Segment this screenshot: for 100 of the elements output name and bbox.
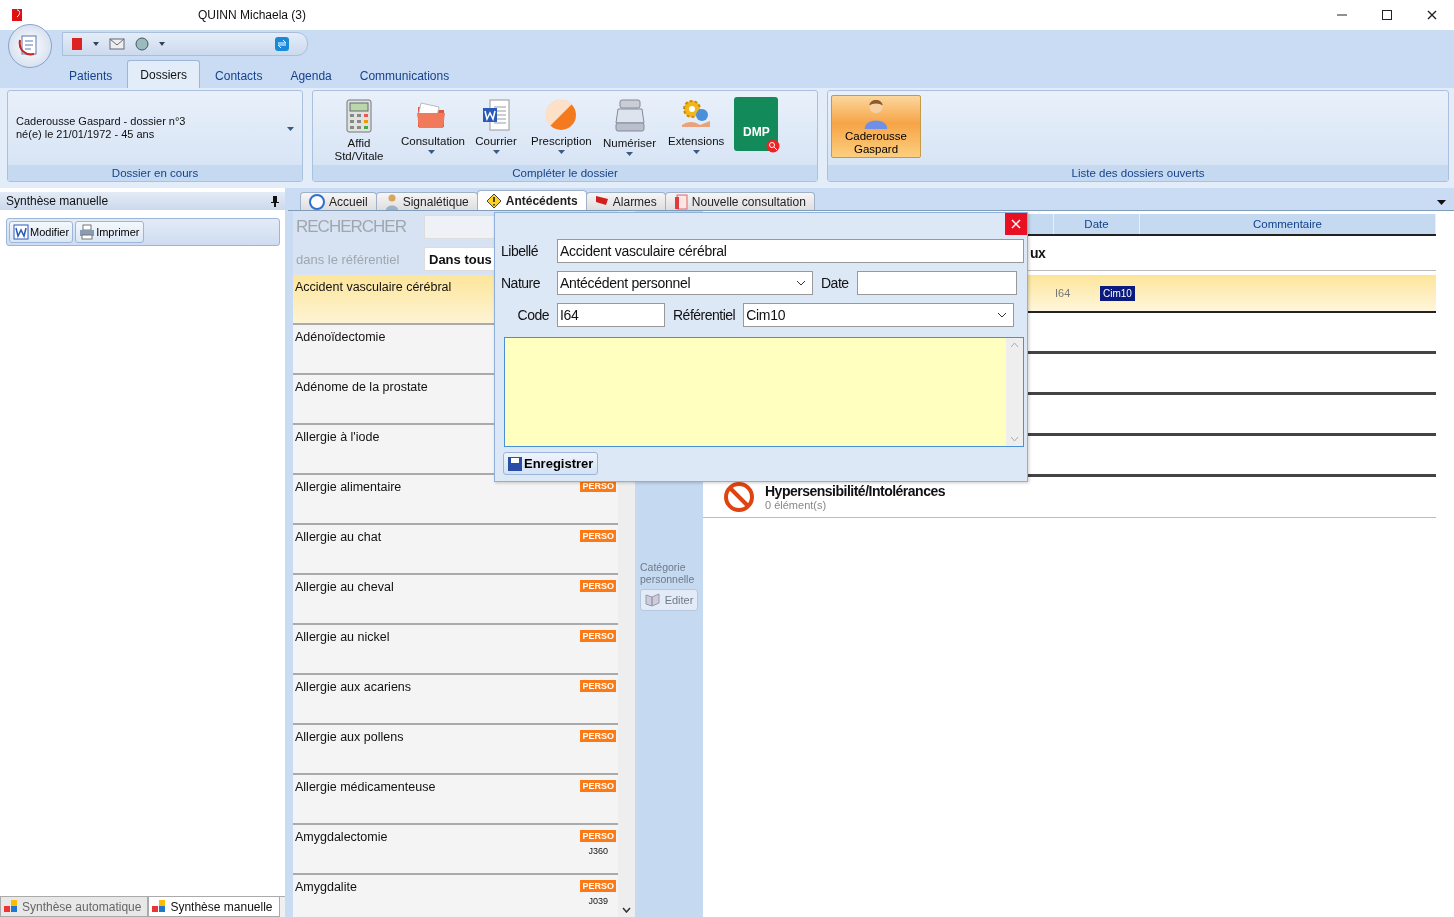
- code-text: J039: [588, 896, 608, 906]
- list-item[interactable]: Amygdalite PERSO J039: [293, 875, 618, 917]
- item-count: 0 élément(s): [765, 499, 828, 511]
- ribbon-button[interactable]: Courrier: [471, 97, 521, 156]
- toolbar-button[interactable]: Modifier: [9, 221, 74, 243]
- group-label: Compléter le dossier: [313, 165, 817, 181]
- perso-tag: PERSO: [580, 880, 616, 892]
- ribbon-tab[interactable]: Dossiers: [127, 60, 201, 88]
- save-button[interactable]: Enregistrer: [503, 452, 599, 475]
- ribbon-button[interactable]: Extensions: [666, 97, 727, 156]
- arrows-icon[interactable]: [275, 37, 289, 51]
- perso-tag: PERSO: [580, 780, 616, 792]
- document-icon: [673, 193, 688, 210]
- word-icon: [13, 224, 29, 240]
- field-label: Date: [821, 275, 849, 291]
- group-label: Liste des dossiers ouverts: [828, 165, 1448, 181]
- document-tab[interactable]: Nouvelle consultation: [664, 192, 815, 210]
- perso-tag: PERSO: [580, 530, 616, 542]
- close-icon: [1426, 10, 1437, 20]
- window-title: QUINN Michaela (3): [198, 8, 307, 22]
- ball-icon: [545, 99, 577, 131]
- dropdown-caret-icon: [626, 152, 633, 156]
- search-label: RECHERCHER: [296, 217, 407, 237]
- dropdown-caret-icon: [692, 150, 700, 154]
- list-item[interactable]: Allergie au cheval PERSO: [293, 575, 618, 625]
- envelope-icon[interactable]: [109, 38, 125, 50]
- warning-icon: [485, 192, 502, 209]
- open-file-button[interactable]: Caderousse Gaspard: [831, 95, 921, 158]
- perso-tag: PERSO: [580, 580, 616, 592]
- windows-icon: [152, 899, 167, 914]
- ribbon-button[interactable]: Affid Std/Vitale: [327, 97, 391, 165]
- perso-tag: PERSO: [580, 630, 616, 642]
- nature-dropdown[interactable]: Antécédent personnel: [557, 271, 813, 295]
- group-title: Hypersensibilité/Intolérances: [765, 483, 946, 499]
- printer-icon: [79, 224, 96, 240]
- ribbon-tab[interactable]: Communications: [346, 62, 463, 88]
- close-icon: [1011, 219, 1021, 229]
- word-document-icon: [482, 99, 510, 131]
- code-text: I64: [1054, 287, 1072, 299]
- scroll-down-icon[interactable]: [622, 907, 631, 913]
- referential-dropdown[interactable]: Cim10: [743, 303, 1015, 327]
- code-text: J360: [588, 846, 608, 856]
- pin-icon[interactable]: [271, 195, 279, 207]
- chevron-down-icon: [997, 312, 1008, 318]
- ribbon-tab[interactable]: Agenda: [277, 62, 345, 88]
- column-header[interactable]: Date: [1054, 214, 1140, 234]
- list-item[interactable]: Allergie au nickel PERSO: [293, 625, 618, 675]
- column-header[interactable]: Commentaire: [1140, 214, 1436, 234]
- chevron-down-icon: [796, 280, 806, 286]
- scope-label: dans le référentiel: [296, 251, 401, 267]
- ribbon-button[interactable]: Consultation: [399, 97, 463, 156]
- patient-dropdown[interactable]: Caderousse Gaspard - dossier n°3 né(e) le 21/01/1972 - 45 ans: [16, 115, 281, 141]
- list-item[interactable]: Allergie aux acariens PERSO: [293, 675, 618, 725]
- app-icon: [10, 7, 24, 23]
- dropdown-caret-icon: [492, 150, 500, 154]
- list-item[interactable]: Allergie alimentaire PERSO: [293, 475, 618, 525]
- field-label: Code: [516, 307, 549, 323]
- dmp-button[interactable]: DMP: [734, 97, 779, 151]
- date-field[interactable]: [856, 271, 1017, 295]
- ribbon-tab[interactable]: Patients: [56, 62, 126, 88]
- app-menu-button[interactable]: [8, 24, 52, 68]
- document-tab[interactable]: Accueil: [300, 192, 377, 210]
- person-icon: [384, 193, 399, 210]
- category-label: Catégorie personnelle: [640, 561, 696, 585]
- dropdown-caret-icon: [557, 150, 565, 154]
- perso-tag: PERSO: [580, 730, 616, 742]
- list-item[interactable]: Allergie médicamenteuse PERSO: [293, 775, 618, 825]
- dropdown-caret-icon[interactable]: [93, 42, 99, 46]
- perso-tag: PERSO: [580, 830, 616, 842]
- code-field[interactable]: I64: [557, 303, 665, 327]
- close-button[interactable]: [1005, 213, 1027, 235]
- field-label: Libellé: [501, 243, 539, 259]
- list-item[interactable]: Allergie aux pollens PERSO: [293, 725, 618, 775]
- document-tab[interactable]: Signalétique: [375, 192, 478, 210]
- magnifier-icon: [766, 139, 781, 153]
- toolbar-button[interactable]: Imprimer: [75, 221, 144, 243]
- folder-icon: [415, 99, 447, 131]
- dropdown-caret-icon[interactable]: [159, 42, 165, 46]
- perso-tag: PERSO: [580, 680, 616, 692]
- dropdown-caret-icon: [427, 150, 435, 154]
- panel-tab[interactable]: Synthèse manuelle: [148, 897, 280, 917]
- calculator-icon: [346, 99, 372, 133]
- person-icon: [862, 98, 890, 130]
- ribbon-button[interactable]: Prescription: [529, 97, 593, 156]
- document-tab[interactable]: Alarmes: [585, 192, 666, 210]
- dropdown-caret-icon[interactable]: [1437, 200, 1446, 205]
- maximize-icon: [1381, 10, 1392, 20]
- list-item[interactable]: Amygdalectomie PERSO J360: [293, 825, 618, 875]
- label-field[interactable]: Accident vasculaire cérébral: [556, 239, 1024, 263]
- document-tab[interactable]: Antécédents: [476, 190, 587, 210]
- list-item[interactable]: Allergie au chat PERSO: [293, 525, 618, 575]
- ribbon-tab[interactable]: Contacts: [202, 62, 276, 88]
- group-title: ux: [1030, 245, 1046, 261]
- panel-tab[interactable]: Synthèse automatique: [0, 897, 149, 917]
- no-sign-icon: [723, 481, 755, 513]
- ribbon-button[interactable]: Numériser: [601, 97, 659, 158]
- windows-icon: [4, 899, 18, 914]
- dropdown-caret-icon: [287, 127, 294, 131]
- group-label: Dossier en cours: [8, 165, 302, 181]
- panel-title: Synthèse manuelle: [6, 194, 109, 208]
